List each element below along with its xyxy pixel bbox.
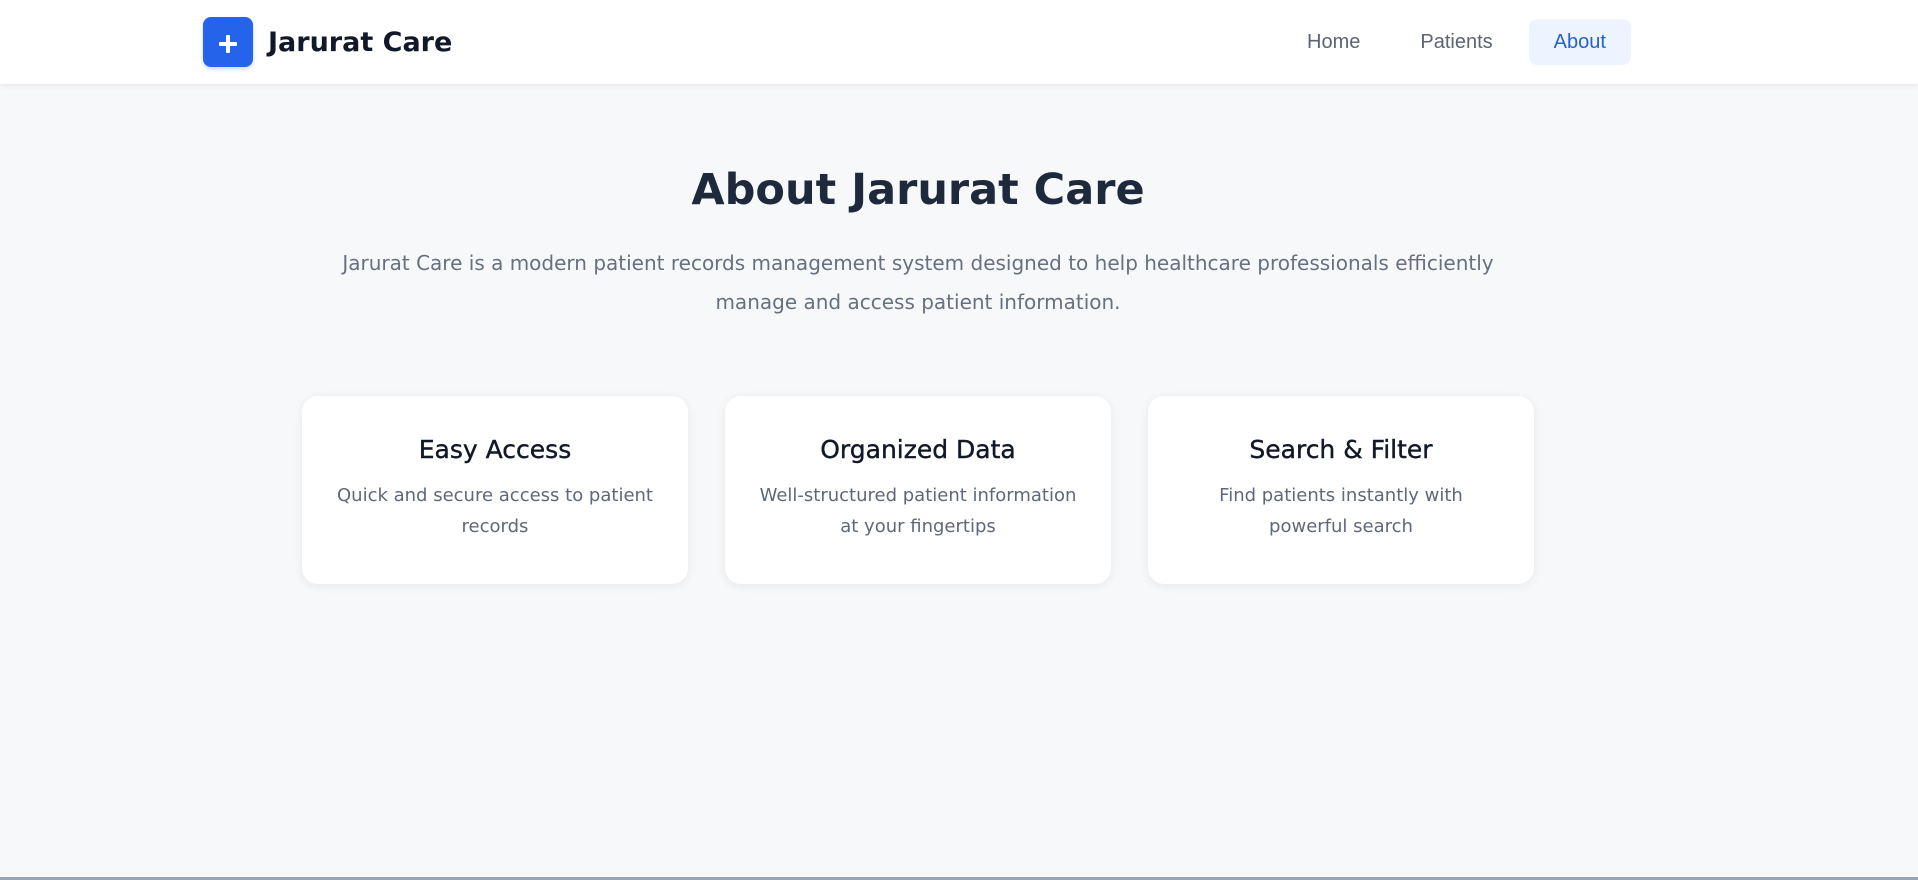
logo	[203, 17, 253, 67]
nav-link-patients[interactable]: Patients	[1396, 19, 1516, 65]
brand-name: Jarurat Care	[268, 26, 453, 58]
page-title: About Jarurat Care	[691, 165, 1145, 215]
feature-card-description: Find patients instantly with powerful se…	[1219, 485, 1463, 537]
feature-card-description: Quick and secure access to patient recor…	[337, 485, 653, 537]
feature-card-title: Easy Access	[418, 435, 572, 464]
feature-card-description: Well-structured patient information at y…	[759, 485, 1077, 537]
feature-card-easy-access: Easy Access Quick and secure access to p…	[302, 396, 688, 584]
nav-link-about[interactable]: About	[1528, 19, 1631, 65]
page-description: Jarurat Care is a modern patient records…	[342, 251, 1494, 314]
nav-link-home[interactable]: Home	[1283, 19, 1384, 65]
main-nav: Home Patients About	[1283, 19, 1631, 65]
plus-icon	[219, 35, 237, 53]
feature-card-title: Search & Filter	[1249, 435, 1433, 464]
feature-card-search-filter: Search & Filter Find patients instantly …	[1148, 396, 1534, 584]
top-navbar: Jarurat Care Home Patients About	[0, 0, 1918, 84]
feature-cards: Easy Access Quick and secure access to p…	[302, 396, 1534, 584]
brand[interactable]: Jarurat Care	[203, 17, 452, 67]
feature-card-organized-data: Organized Data Well-structured patient i…	[725, 396, 1111, 584]
feature-card-title: Organized Data	[820, 435, 1016, 464]
